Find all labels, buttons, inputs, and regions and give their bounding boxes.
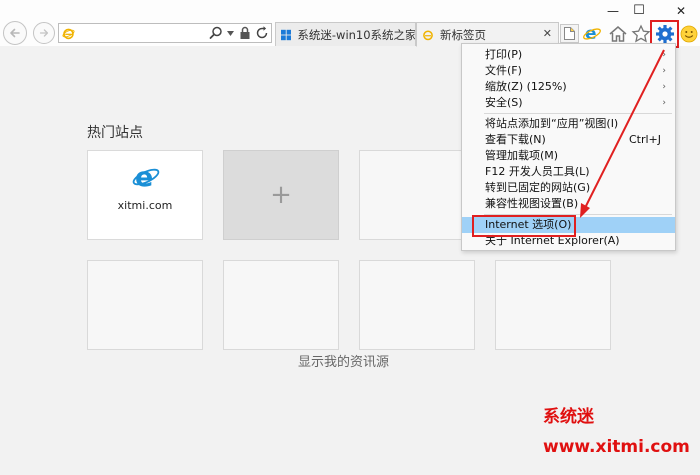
menu-item-zoom[interactable]: 缩放(Z) (125%) › xyxy=(462,79,675,95)
ie-logo-icon: e xyxy=(583,24,601,44)
empty-site-tile[interactable] xyxy=(87,260,203,350)
forward-button[interactable] xyxy=(33,22,55,44)
chevron-down-icon[interactable] xyxy=(227,31,234,36)
ie-logo-icon xyxy=(62,28,75,40)
menu-item-view-downloads[interactable]: 查看下载(N) Ctrl+J xyxy=(462,132,675,148)
ie-logo-icon: e xyxy=(132,162,160,191)
empty-site-tile[interactable] xyxy=(495,260,611,350)
arrow-left-icon xyxy=(10,28,20,38)
watermark-name: 系统迷 xyxy=(543,407,594,427)
maximize-button[interactable]: ☐ xyxy=(630,3,648,19)
tab-xitmi[interactable]: 系统迷-win10系统之家_... xyxy=(275,22,416,46)
menu-separator xyxy=(484,113,672,114)
home-icon[interactable] xyxy=(608,24,628,44)
menu-item-safety[interactable]: 安全(S) › xyxy=(462,95,675,111)
menu-item-file[interactable]: 文件(F) › xyxy=(462,63,675,79)
chevron-right-icon: › xyxy=(662,66,666,76)
tab-label: 新标签页 xyxy=(440,27,486,42)
back-button[interactable] xyxy=(3,21,27,45)
windows-logo-icon xyxy=(281,29,292,40)
watermark-url: www.xitmi.com xyxy=(543,437,690,457)
address-input[interactable] xyxy=(79,25,199,41)
close-tab-button[interactable]: ✕ xyxy=(543,27,552,40)
refresh-icon[interactable] xyxy=(255,26,269,40)
menu-item-print[interactable]: 打印(P) › xyxy=(462,47,675,63)
gear-icon[interactable] xyxy=(655,24,675,44)
new-page-icon xyxy=(564,27,575,40)
show-feed-link[interactable]: 显示我的资讯源 xyxy=(298,351,389,370)
chevron-right-icon: › xyxy=(662,98,666,108)
chevron-right-icon: › xyxy=(662,50,666,60)
ie-quick-tab-button[interactable]: e xyxy=(582,23,604,45)
chevron-right-icon: › xyxy=(662,82,666,92)
smiley-icon[interactable] xyxy=(680,25,698,43)
internet-options-annotation-box xyxy=(472,215,576,237)
menu-item-f12-tools[interactable]: F12 开发人员工具(L) xyxy=(462,164,675,180)
add-site-tile[interactable]: + xyxy=(223,150,339,240)
lock-icon[interactable] xyxy=(239,26,251,40)
menu-item-add-to-apps[interactable]: 将站点添加到“应用”视图(I) xyxy=(462,116,675,132)
menu-item-manage-addons[interactable]: 管理加载项(M) xyxy=(462,148,675,164)
magnifier-icon[interactable] xyxy=(209,26,223,40)
empty-site-tile[interactable] xyxy=(223,260,339,350)
plus-icon: + xyxy=(270,180,292,210)
menu-item-compat-view[interactable]: 兼容性视图设置(B) xyxy=(462,196,675,212)
arrow-right-icon xyxy=(39,29,49,37)
shortcut-label: Ctrl+J xyxy=(628,133,661,146)
section-title-top-sites: 热门站点 xyxy=(87,125,143,141)
address-bar[interactable] xyxy=(58,23,272,43)
site-tile-xitmi[interactable]: e xitmi.com xyxy=(87,150,203,240)
menu-item-pinned-sites[interactable]: 转到已固定的网站(G) xyxy=(462,180,675,196)
minimize-button[interactable]: — xyxy=(604,3,622,19)
tab-label: 系统迷-win10系统之家_... xyxy=(297,27,415,42)
empty-site-tile[interactable] xyxy=(359,150,475,240)
empty-site-tile[interactable] xyxy=(359,260,475,350)
ie-logo-icon xyxy=(423,30,433,40)
close-window-button[interactable]: ✕ xyxy=(672,3,690,19)
new-tab-button[interactable] xyxy=(560,24,579,43)
star-icon[interactable] xyxy=(631,24,651,44)
site-tile-label: xitmi.com xyxy=(117,199,173,212)
